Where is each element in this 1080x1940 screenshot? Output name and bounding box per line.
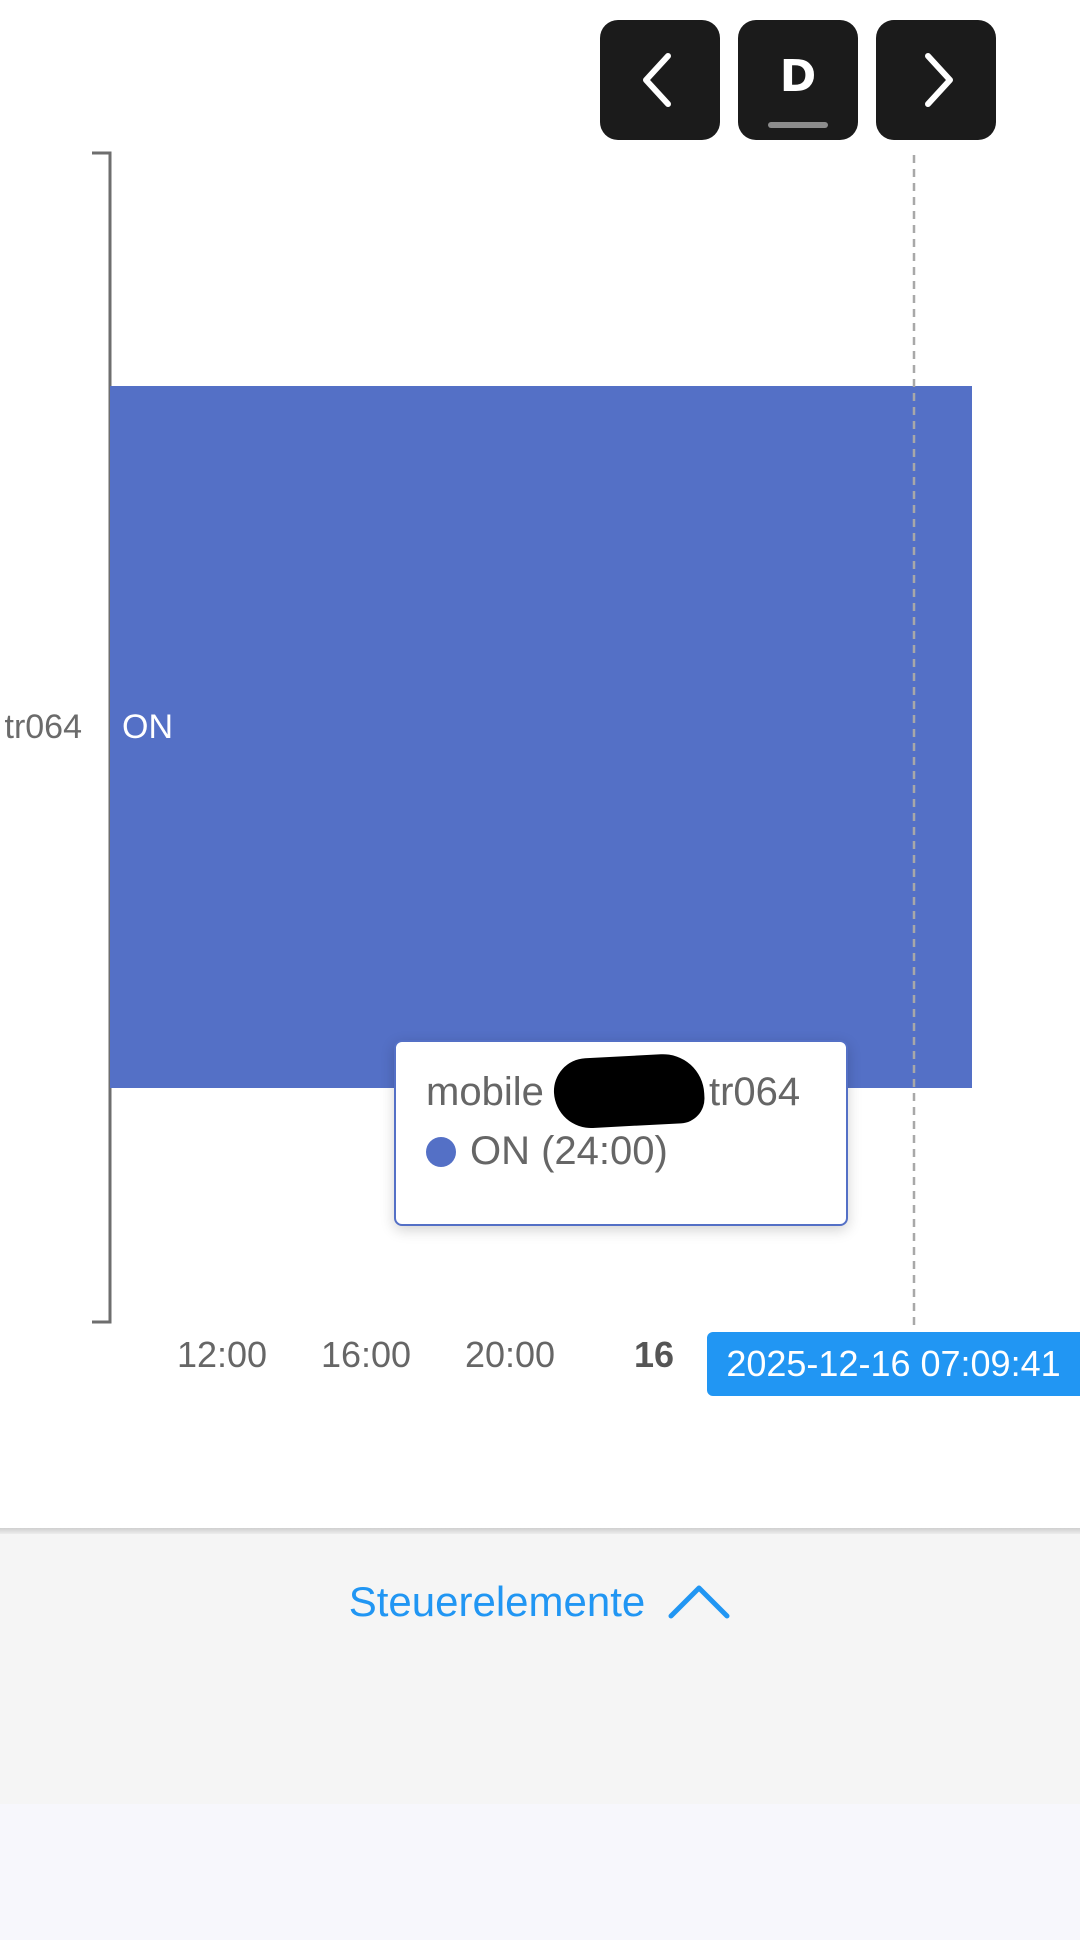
bar-on[interactable] xyxy=(110,386,972,1088)
y-category-label: tr064 xyxy=(5,708,83,746)
tooltip-value: ON (24:00) xyxy=(470,1129,668,1173)
tooltip-title: mobile tr064 xyxy=(426,1052,816,1130)
x-tick-label: 16:00 xyxy=(321,1334,411,1375)
bottom-area xyxy=(0,1804,1080,1940)
series-color-dot xyxy=(426,1136,456,1167)
x-tick-label-day: 16 xyxy=(634,1334,674,1375)
x-tick-label: 12:00 xyxy=(177,1334,267,1375)
controls-toggle-button[interactable]: Steuerelemente xyxy=(0,1572,1080,1632)
redaction-mark xyxy=(552,1052,706,1130)
tooltip-title-start: mobile xyxy=(426,1070,555,1114)
tooltip-row: ON (24:00) xyxy=(426,1129,816,1174)
tooltip-title-end: tr064 xyxy=(708,1070,801,1114)
cursor-timestamp-badge: 2025-12-16 07:09:41 xyxy=(707,1332,1080,1396)
chevron-up-icon xyxy=(668,1585,730,1619)
bar-label: ON xyxy=(122,708,173,746)
controls-label: Steuerelemente xyxy=(348,1578,646,1625)
y-axis xyxy=(92,151,112,1324)
chart-tooltip: mobile tr064 ON (24:00) xyxy=(394,1040,848,1226)
x-tick-label: 20:00 xyxy=(465,1334,555,1375)
